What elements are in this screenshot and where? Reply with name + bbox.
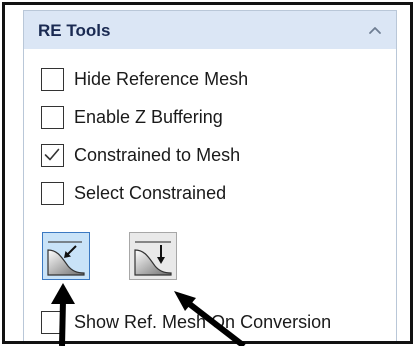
enable-z-buffering-checkbox[interactable] xyxy=(41,106,64,129)
project-to-mesh-button[interactable] xyxy=(42,232,90,280)
project-down-button[interactable] xyxy=(129,232,177,280)
panel-title: RE Tools xyxy=(38,21,111,40)
hide-reference-mesh-checkbox[interactable] xyxy=(41,68,64,91)
select-constrained-label: Select Constrained xyxy=(74,183,227,203)
option-constrained-to-mesh[interactable]: Constrained to Mesh xyxy=(41,144,381,168)
show-ref-mesh-on-conversion-label: Show Ref. Mesh On Conversion xyxy=(74,312,332,332)
select-constrained-checkbox[interactable] xyxy=(41,182,64,205)
constrained-to-mesh-label: Constrained to Mesh xyxy=(74,145,241,165)
option-enable-z-buffering[interactable]: Enable Z Buffering xyxy=(41,106,381,130)
project-to-mesh-icon xyxy=(47,241,85,276)
re-tools-panel: RE Tools Hide Reference Mesh Enable Z Bu… xyxy=(23,10,397,341)
project-down-icon xyxy=(134,241,172,276)
option-show-ref-mesh-on-conversion[interactable]: Show Ref. Mesh On Conversion xyxy=(41,311,381,335)
show-ref-mesh-on-conversion-checkbox[interactable] xyxy=(41,311,64,334)
collapse-button[interactable] xyxy=(362,17,388,43)
constrained-to-mesh-checkbox[interactable] xyxy=(41,144,64,167)
checkmark-icon xyxy=(44,148,60,161)
chevron-up-icon xyxy=(369,27,381,34)
panel-header[interactable]: RE Tools xyxy=(24,11,396,49)
hide-reference-mesh-label: Hide Reference Mesh xyxy=(74,69,249,89)
enable-z-buffering-label: Enable Z Buffering xyxy=(74,107,223,127)
screenshot-frame: RE Tools Hide Reference Mesh Enable Z Bu… xyxy=(2,2,413,344)
option-hide-reference-mesh[interactable]: Hide Reference Mesh xyxy=(41,68,381,92)
option-select-constrained[interactable]: Select Constrained xyxy=(41,182,381,206)
